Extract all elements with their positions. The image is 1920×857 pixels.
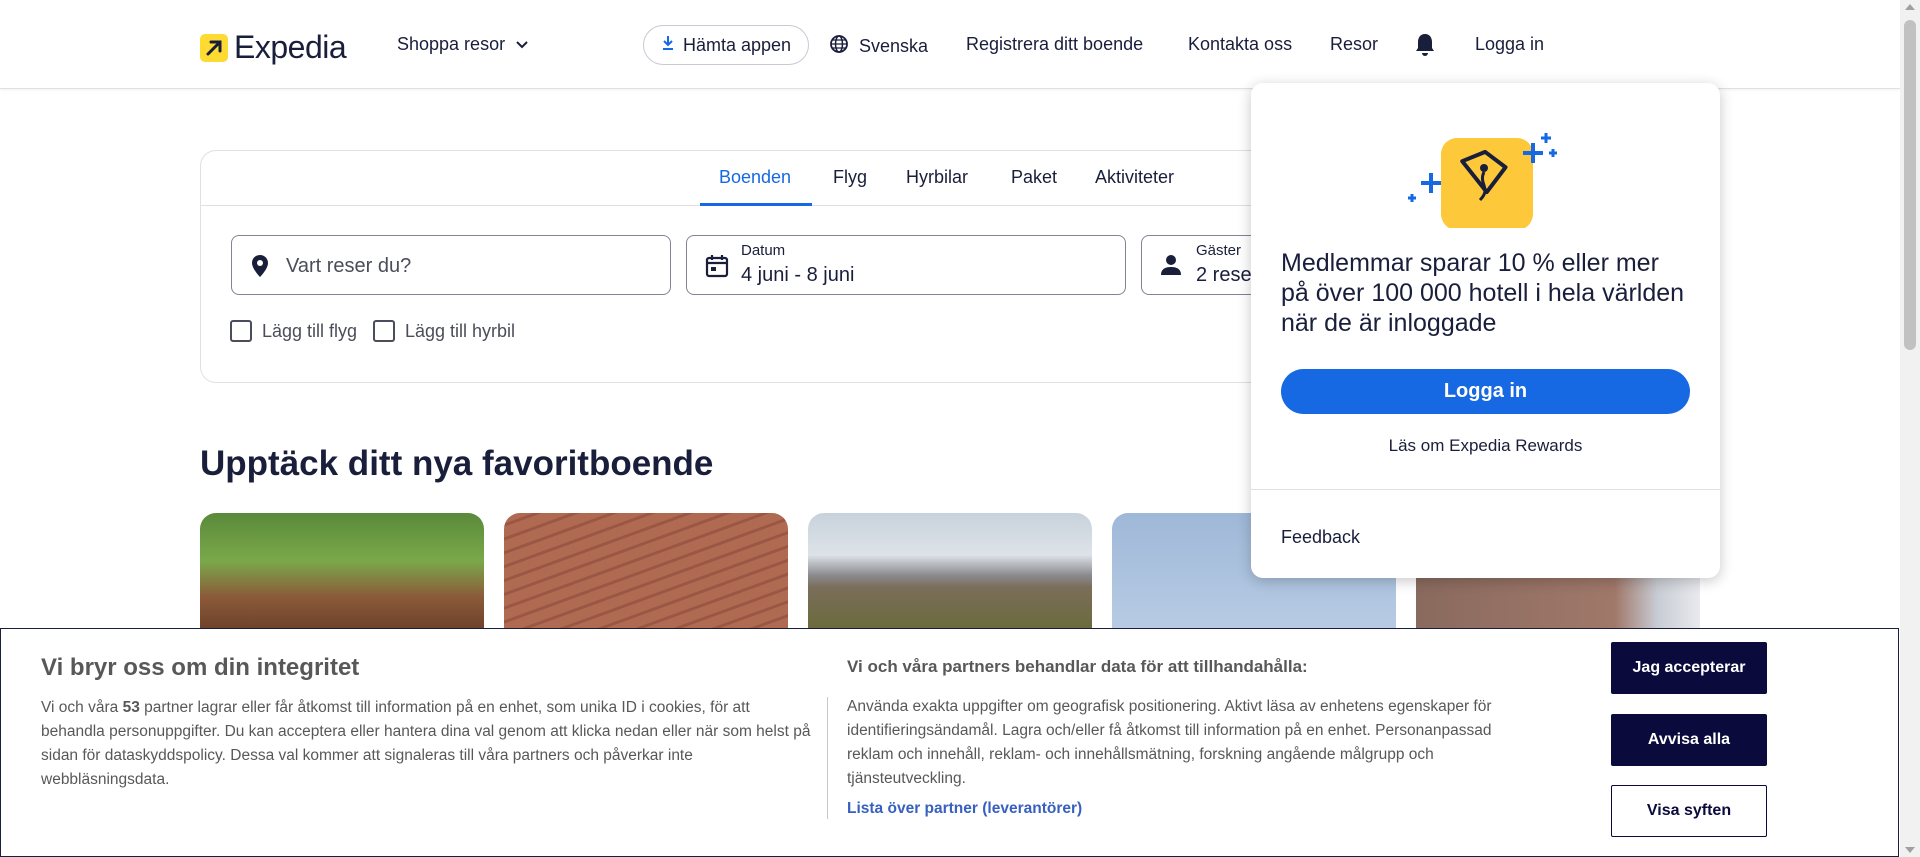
logo-text: Expedia — [234, 29, 347, 65]
scrollbar-thumb[interactable] — [1904, 20, 1916, 350]
expedia-logo[interactable]: Expedia — [200, 29, 347, 66]
add-car-checkbox[interactable]: Lägg till hyrbil — [373, 320, 515, 342]
divider — [1251, 489, 1720, 490]
logo-arrow-icon — [200, 33, 228, 62]
date-field[interactable]: Datum 4 juni - 8 juni — [686, 235, 1126, 295]
property-image-brick-dome[interactable] — [504, 513, 788, 633]
divider — [827, 697, 828, 819]
checkbox-box[interactable] — [373, 320, 395, 342]
person-icon — [1160, 254, 1182, 281]
shop-travel-menu[interactable]: Shoppa resor — [397, 34, 529, 55]
get-app-label: Hämta appen — [682, 34, 792, 55]
page-scrollbar[interactable] — [1900, 0, 1920, 857]
partners-list-link[interactable]: Lista över partner (leverantörer) — [847, 800, 1082, 818]
cookie-purposes: Använda exakta uppgifter om geografisk p… — [847, 698, 1492, 787]
rewards-link[interactable]: Läs om Expedia Rewards — [1251, 436, 1720, 456]
property-image-cabin[interactable] — [200, 513, 484, 633]
member-savings-text: Medlemmar sparar 10 % eller mer på över … — [1281, 249, 1685, 337]
language-selector[interactable]: Svenska — [829, 34, 928, 59]
calendar-icon — [705, 254, 729, 283]
destination-field[interactable]: Vart reser du? — [231, 235, 671, 295]
trips-link[interactable]: Resor — [1330, 34, 1378, 55]
site-header: Expedia Shoppa resor Hämta appen Svenska… — [0, 0, 1900, 89]
show-purposes-button[interactable]: Visa syften — [1611, 785, 1767, 837]
get-app-button[interactable]: Hämta appen — [643, 25, 809, 65]
cookie-subtitle: Vi och våra partners behandlar data för … — [847, 657, 1308, 676]
tab-packages[interactable]: Paket — [1011, 167, 1057, 188]
download-icon — [661, 35, 675, 56]
checkbox-box[interactable] — [230, 320, 252, 342]
date-label: Datum — [741, 242, 786, 259]
add-car-label: Lägg till hyrbil — [405, 320, 516, 341]
reject-all-button[interactable]: Avvisa alla — [1611, 714, 1767, 766]
register-property-link[interactable]: Registrera ditt boende — [966, 34, 1143, 55]
tab-flights[interactable]: Flyg — [833, 167, 867, 188]
login-link[interactable]: Logga in — [1475, 34, 1544, 55]
tab-stays[interactable]: Boenden — [719, 167, 791, 188]
price-tag-icon — [1406, 128, 1561, 233]
login-popover: Medlemmar sparar 10 % eller mer på över … — [1251, 83, 1720, 578]
accept-cookies-button[interactable]: Jag accepterar — [1611, 642, 1767, 694]
shop-travel-label: Shoppa resor — [397, 34, 506, 54]
add-flight-checkbox[interactable]: Lägg till flyg — [230, 320, 357, 342]
cookie-body-suffix: partner lagrar eller får åtkomst till in… — [41, 699, 811, 788]
cookie-consent-banner: Vi bryr oss om din integritet Vi och vår… — [0, 628, 1899, 857]
bell-icon[interactable] — [1413, 32, 1437, 63]
scroll-down-arrow[interactable] — [1905, 847, 1915, 853]
guests-label: Gäster — [1196, 242, 1242, 259]
popover-login-button[interactable]: Logga in — [1281, 369, 1690, 414]
cookie-body: Vi och våra 53 partner lagrar eller får … — [41, 696, 811, 792]
section-title: Upptäck ditt nya favoritboende — [200, 444, 714, 483]
active-tab-indicator — [700, 203, 812, 206]
destination-placeholder: Vart reser du? — [286, 255, 412, 277]
cookie-title: Vi bryr oss om din integritet — [41, 654, 360, 681]
globe-icon — [829, 34, 849, 59]
scroll-up-arrow[interactable] — [1905, 4, 1915, 10]
tab-cars[interactable]: Hyrbilar — [906, 167, 968, 188]
tab-activities[interactable]: Aktiviteter — [1095, 167, 1174, 188]
partner-count: 53 — [122, 699, 140, 716]
property-image-mountain-view[interactable] — [808, 513, 1092, 633]
feedback-link[interactable]: Feedback — [1281, 527, 1360, 548]
chevron-down-icon — [515, 34, 529, 55]
date-value: 4 juni - 8 juni — [741, 264, 855, 286]
contact-us-link[interactable]: Kontakta oss — [1188, 34, 1292, 55]
cookie-body-prefix: Vi och våra — [41, 699, 123, 716]
location-pin-icon — [250, 254, 270, 283]
add-flight-label: Lägg till flyg — [262, 320, 358, 341]
language-label: Svenska — [859, 36, 929, 56]
